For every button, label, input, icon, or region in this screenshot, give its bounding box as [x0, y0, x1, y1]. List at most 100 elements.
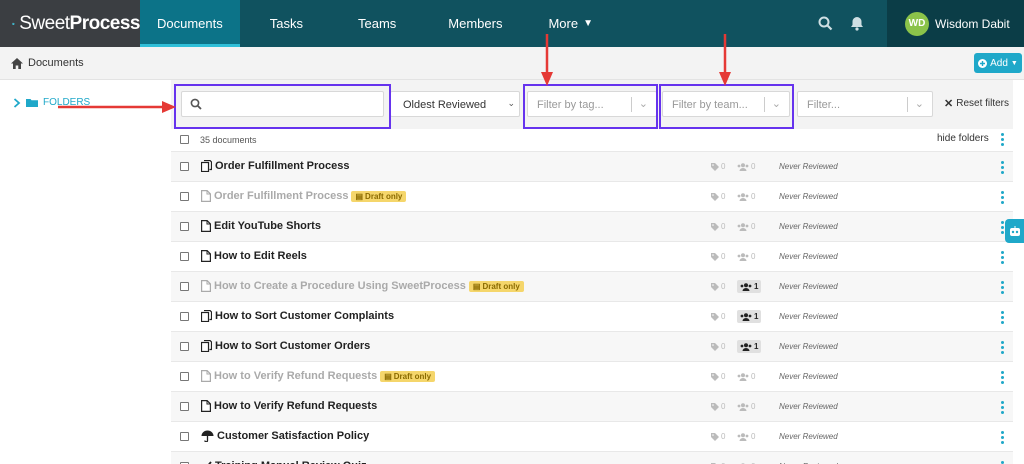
- tag-icon: [711, 342, 719, 351]
- row-options-icon[interactable]: [1000, 281, 1004, 294]
- table-row[interactable]: Order Fulfillment Process ▤ Draft only 0 0 Ne…: [171, 181, 1013, 211]
- tag-icon: [711, 252, 719, 261]
- nav-more[interactable]: More ▼: [526, 0, 603, 47]
- document-title-link[interactable]: Edit YouTube Shorts: [201, 220, 321, 232]
- draft-badge: ▤ Draft only: [468, 280, 524, 292]
- document-title-link[interactable]: How to Sort Customer Orders: [201, 340, 370, 352]
- row-checkbox[interactable]: [180, 282, 189, 291]
- row-checkbox[interactable]: [180, 222, 189, 231]
- document-title: How to Create a Procedure Using SweetPro…: [214, 280, 466, 292]
- document-title-link[interactable]: How to Verify Refund Requests ▤ Draft only: [201, 370, 436, 382]
- document-icon: ▤: [355, 191, 364, 201]
- bell-icon[interactable]: [841, 16, 873, 31]
- document-title: How to Sort Customer Orders: [215, 340, 371, 352]
- team-count: 0: [737, 372, 755, 381]
- sort-select[interactable]: Oldest Reviewed ⌄: [390, 91, 520, 117]
- table-row[interactable]: How to Create a Procedure Using SweetPro…: [171, 271, 1013, 301]
- team-count: 0: [737, 222, 755, 231]
- select-divider: [907, 97, 908, 112]
- annotation-arrow-team: [719, 34, 731, 86]
- tag-icon: [711, 222, 719, 231]
- document-title-link[interactable]: How to Verify Refund Requests: [201, 400, 377, 412]
- row-checkbox[interactable]: [180, 372, 189, 381]
- review-status: Never Reviewed: [779, 252, 838, 261]
- document-icon: [201, 400, 211, 412]
- row-checkbox[interactable]: [180, 192, 189, 201]
- row-options-icon[interactable]: [1000, 191, 1004, 204]
- document-title-link[interactable]: Order Fulfillment Process: [201, 160, 349, 172]
- user-name: Wisdom Dabit: [935, 16, 1010, 31]
- document-title-link[interactable]: How to Edit Reels: [201, 250, 307, 262]
- team-count: 0: [737, 432, 755, 441]
- umbrella-icon: [201, 430, 214, 442]
- row-checkbox[interactable]: [180, 342, 189, 351]
- chatbot-button[interactable]: [1005, 219, 1024, 243]
- document-icon: ▤: [384, 371, 392, 381]
- table-row[interactable]: How to Verify Refund Requests ▤ Draft only…: [171, 361, 1013, 391]
- reset-filters-button[interactable]: ✕ Reset filters: [944, 97, 1009, 110]
- draft-badge: ▤ Draft only: [351, 190, 407, 202]
- nav-tasks[interactable]: Tasks: [240, 0, 334, 47]
- row-options-icon[interactable]: [1000, 251, 1004, 264]
- chevron-down-icon: ▼: [583, 18, 593, 29]
- document-title-link[interactable]: How to Sort Customer Complaints: [201, 310, 394, 322]
- row-options-icon[interactable]: [1000, 431, 1004, 444]
- sidebar: FOLDERS: [0, 80, 170, 464]
- breadcrumb[interactable]: Documents: [11, 57, 84, 69]
- avatar: WD: [905, 11, 929, 36]
- generic-filter-select[interactable]: Filter... ⌄: [797, 91, 933, 117]
- folder-icon: [26, 99, 38, 107]
- list-options-icon[interactable]: [1000, 133, 1004, 146]
- document-title-link[interactable]: Training Manual Review Quiz: [201, 460, 367, 464]
- tag-icon: [711, 162, 719, 171]
- nav-members[interactable]: Members: [428, 0, 526, 47]
- team-count: 0: [737, 192, 755, 201]
- users-icon: [740, 342, 752, 351]
- team-count: 1: [737, 340, 762, 353]
- table-row[interactable]: How to Sort Customer Complaints 0 1 Never R…: [171, 301, 1013, 331]
- row-checkbox[interactable]: [180, 312, 189, 321]
- row-options-icon[interactable]: [1000, 341, 1004, 354]
- row-options-icon[interactable]: [1000, 371, 1004, 384]
- row-checkbox[interactable]: [180, 402, 189, 411]
- row-options-icon[interactable]: [1000, 401, 1004, 414]
- row-options-icon[interactable]: [1000, 311, 1004, 324]
- users-icon: [740, 282, 752, 291]
- tag-count: 0: [711, 342, 725, 351]
- table-row[interactable]: How to Verify Refund Requests 0 0 Never Rev…: [171, 391, 1013, 421]
- user-menu[interactable]: WD Wisdom Dabit: [887, 0, 1024, 47]
- table-row[interactable]: How to Sort Customer Orders 0 1 Never Revie…: [171, 331, 1013, 361]
- add-button[interactable]: Add ▼: [974, 53, 1022, 73]
- row-checkbox[interactable]: [180, 162, 189, 171]
- document-icon: ▤: [472, 281, 481, 291]
- chevron-down-icon: ⌄: [507, 98, 515, 108]
- table-row[interactable]: Edit YouTube Shorts 0 0 Never Reviewed: [171, 211, 1013, 241]
- copy-icon: [201, 160, 212, 172]
- table-row[interactable]: How to Edit Reels 0 0 Never Reviewed: [171, 241, 1013, 271]
- row-options-icon[interactable]: [1000, 161, 1004, 174]
- select-all-checkbox[interactable]: [180, 135, 189, 144]
- team-count: 0: [737, 402, 755, 411]
- tag-count: 0: [711, 432, 725, 441]
- caret-down-icon: ▼: [1010, 59, 1018, 67]
- users-icon: [737, 372, 749, 381]
- document-title-link[interactable]: Order Fulfillment Process ▤ Draft only: [201, 190, 407, 202]
- tag-count: 0: [711, 252, 725, 261]
- search-icon[interactable]: [809, 16, 841, 31]
- review-status: Never Reviewed: [779, 342, 838, 351]
- nav-documents[interactable]: Documents: [140, 0, 240, 47]
- logo[interactable]: SweetProcess: [0, 0, 141, 47]
- table-row[interactable]: Training Manual Review Quiz00Never Revie…: [171, 451, 1013, 464]
- row-checkbox[interactable]: [180, 252, 189, 261]
- hide-folders-link[interactable]: hide folders: [937, 133, 989, 144]
- table-row[interactable]: Order Fulfillment Process 0 0 Never Reviewe…: [171, 151, 1013, 181]
- document-title-link[interactable]: Customer Satisfaction Policy: [201, 430, 369, 442]
- document-title: Customer Satisfaction Policy: [217, 430, 370, 442]
- nav-teams[interactable]: Teams: [334, 0, 428, 47]
- document-title-link[interactable]: How to Create a Procedure Using SweetPro…: [201, 280, 524, 292]
- row-checkbox[interactable]: [180, 432, 189, 441]
- table-row[interactable]: Customer Satisfaction Policy 0 0 Never Revi…: [171, 421, 1013, 451]
- teacup-logo-icon: [12, 22, 16, 25]
- row-options-icon[interactable]: [1000, 221, 1004, 234]
- tag-count: 0: [711, 222, 725, 231]
